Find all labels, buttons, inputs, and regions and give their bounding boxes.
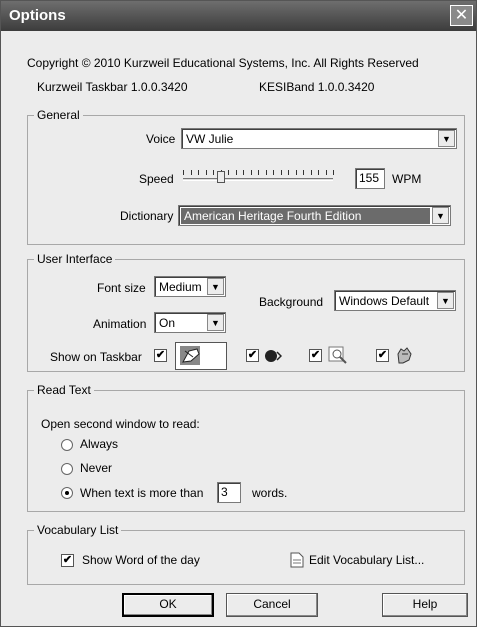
copyright-text: Copyright © 2010 Kurzweil Educational Sy… (27, 56, 419, 70)
slider-tick (333, 170, 334, 175)
help-button[interactable]: Help (382, 593, 468, 617)
taskbar-hand-checkbox[interactable]: ✔ (376, 349, 389, 362)
open-second-window-label: Open second window to read: (41, 417, 200, 431)
dictionary-select[interactable]: American Heritage Fourth Edition ▼ (178, 205, 451, 226)
edit-vocabulary-list-link[interactable]: Edit Vocabulary List... (309, 553, 424, 567)
chevron-down-icon[interactable]: ▼ (432, 207, 449, 224)
slider-tick (266, 170, 267, 175)
options-dialog: Options ✕ Copyright © 2010 Kurzweil Educ… (0, 0, 477, 627)
document-icon (290, 552, 304, 568)
background-select[interactable]: Windows Default ▼ (334, 290, 456, 311)
animation-label: Animation (93, 317, 147, 331)
slider-tick (191, 170, 192, 175)
speed-input[interactable]: 155 (355, 168, 385, 189)
slider-tick (258, 170, 259, 175)
font-size-label: Font size (97, 281, 146, 295)
font-size-select[interactable]: Medium ▼ (154, 276, 226, 297)
font-size-value: Medium (159, 280, 202, 294)
animation-select[interactable]: On ▼ (154, 312, 226, 333)
chevron-down-icon[interactable]: ▼ (207, 314, 224, 331)
slider-tick (213, 170, 214, 175)
wpm-label: WPM (392, 172, 422, 186)
ok-button[interactable]: OK (122, 593, 214, 617)
slider-tick (281, 170, 282, 175)
voice-value: VW Julie (186, 132, 234, 146)
chevron-down-icon[interactable]: ▼ (437, 292, 454, 309)
general-legend: General (34, 108, 83, 122)
show-word-of-day-checkbox[interactable]: ✔ (61, 554, 74, 567)
chevron-down-icon[interactable]: ▼ (207, 278, 224, 295)
show-word-of-day-label: Show Word of the day (82, 553, 200, 567)
taskbar-magnify-checkbox[interactable]: ✔ (309, 349, 322, 362)
taskbar-version: Kurzweil Taskbar 1.0.0.3420 (37, 80, 188, 94)
slider-tick (311, 170, 312, 175)
slider-tick (183, 170, 184, 175)
speed-value: 155 (359, 171, 380, 185)
radio-never[interactable] (61, 463, 73, 475)
animation-value: On (159, 316, 176, 330)
slider-tick (288, 170, 289, 175)
slider-tick (206, 170, 207, 175)
never-label: Never (80, 461, 113, 475)
slider-tick (296, 170, 297, 175)
dictionary-label: Dictionary (120, 209, 174, 223)
user-interface-legend: User Interface (34, 252, 116, 266)
radio-when-more-than[interactable] (61, 487, 73, 499)
words-count-input[interactable]: 3 (217, 482, 241, 503)
words-count-value: 3 (221, 485, 228, 499)
slider-tick (236, 170, 237, 175)
slider-track (183, 178, 333, 181)
background-label: Background (259, 295, 324, 309)
slider-tick (273, 170, 274, 175)
slider-tick (198, 170, 199, 175)
slider-tick (228, 170, 229, 175)
vocabulary-list-legend: Vocabulary List (34, 523, 122, 537)
read-hand-icon (180, 346, 200, 365)
speed-label: Speed (139, 172, 174, 186)
always-label: Always (80, 437, 119, 451)
when-more-than-label: When text is more than (80, 486, 204, 500)
show-on-taskbar-label: Show on Taskbar (50, 350, 142, 364)
close-button[interactable]: ✕ (450, 5, 473, 26)
hand-icon (397, 347, 412, 364)
slider-tick (251, 170, 252, 175)
window-title: Options (9, 7, 66, 24)
background-value: Windows Default (339, 294, 430, 308)
slider-tick (326, 170, 327, 175)
title-bar[interactable]: Options ✕ (1, 1, 476, 31)
speed-slider[interactable] (181, 167, 336, 187)
words-label: words. (252, 486, 288, 500)
kesiband-version: KESIBand 1.0.0.3420 (259, 80, 375, 94)
cancel-button[interactable]: Cancel (226, 593, 318, 617)
slider-tick (318, 170, 319, 175)
read-icon-box (175, 342, 227, 370)
slider-thumb[interactable] (217, 171, 225, 183)
voice-select[interactable]: VW Julie ▼ (181, 128, 457, 149)
magnifier-icon (328, 346, 347, 364)
taskbar-speak-checkbox[interactable]: ✔ (246, 349, 259, 362)
chevron-down-icon[interactable]: ▼ (438, 130, 455, 147)
speaker-icon (265, 350, 282, 362)
read-text-legend: Read Text (34, 383, 94, 397)
slider-tick (303, 170, 304, 175)
slider-tick (243, 170, 244, 175)
voice-label: Voice (146, 132, 176, 146)
dictionary-value: American Heritage Fourth Edition (181, 208, 430, 224)
radio-always[interactable] (61, 439, 73, 451)
taskbar-read-checkbox[interactable]: ✔ (154, 349, 167, 362)
